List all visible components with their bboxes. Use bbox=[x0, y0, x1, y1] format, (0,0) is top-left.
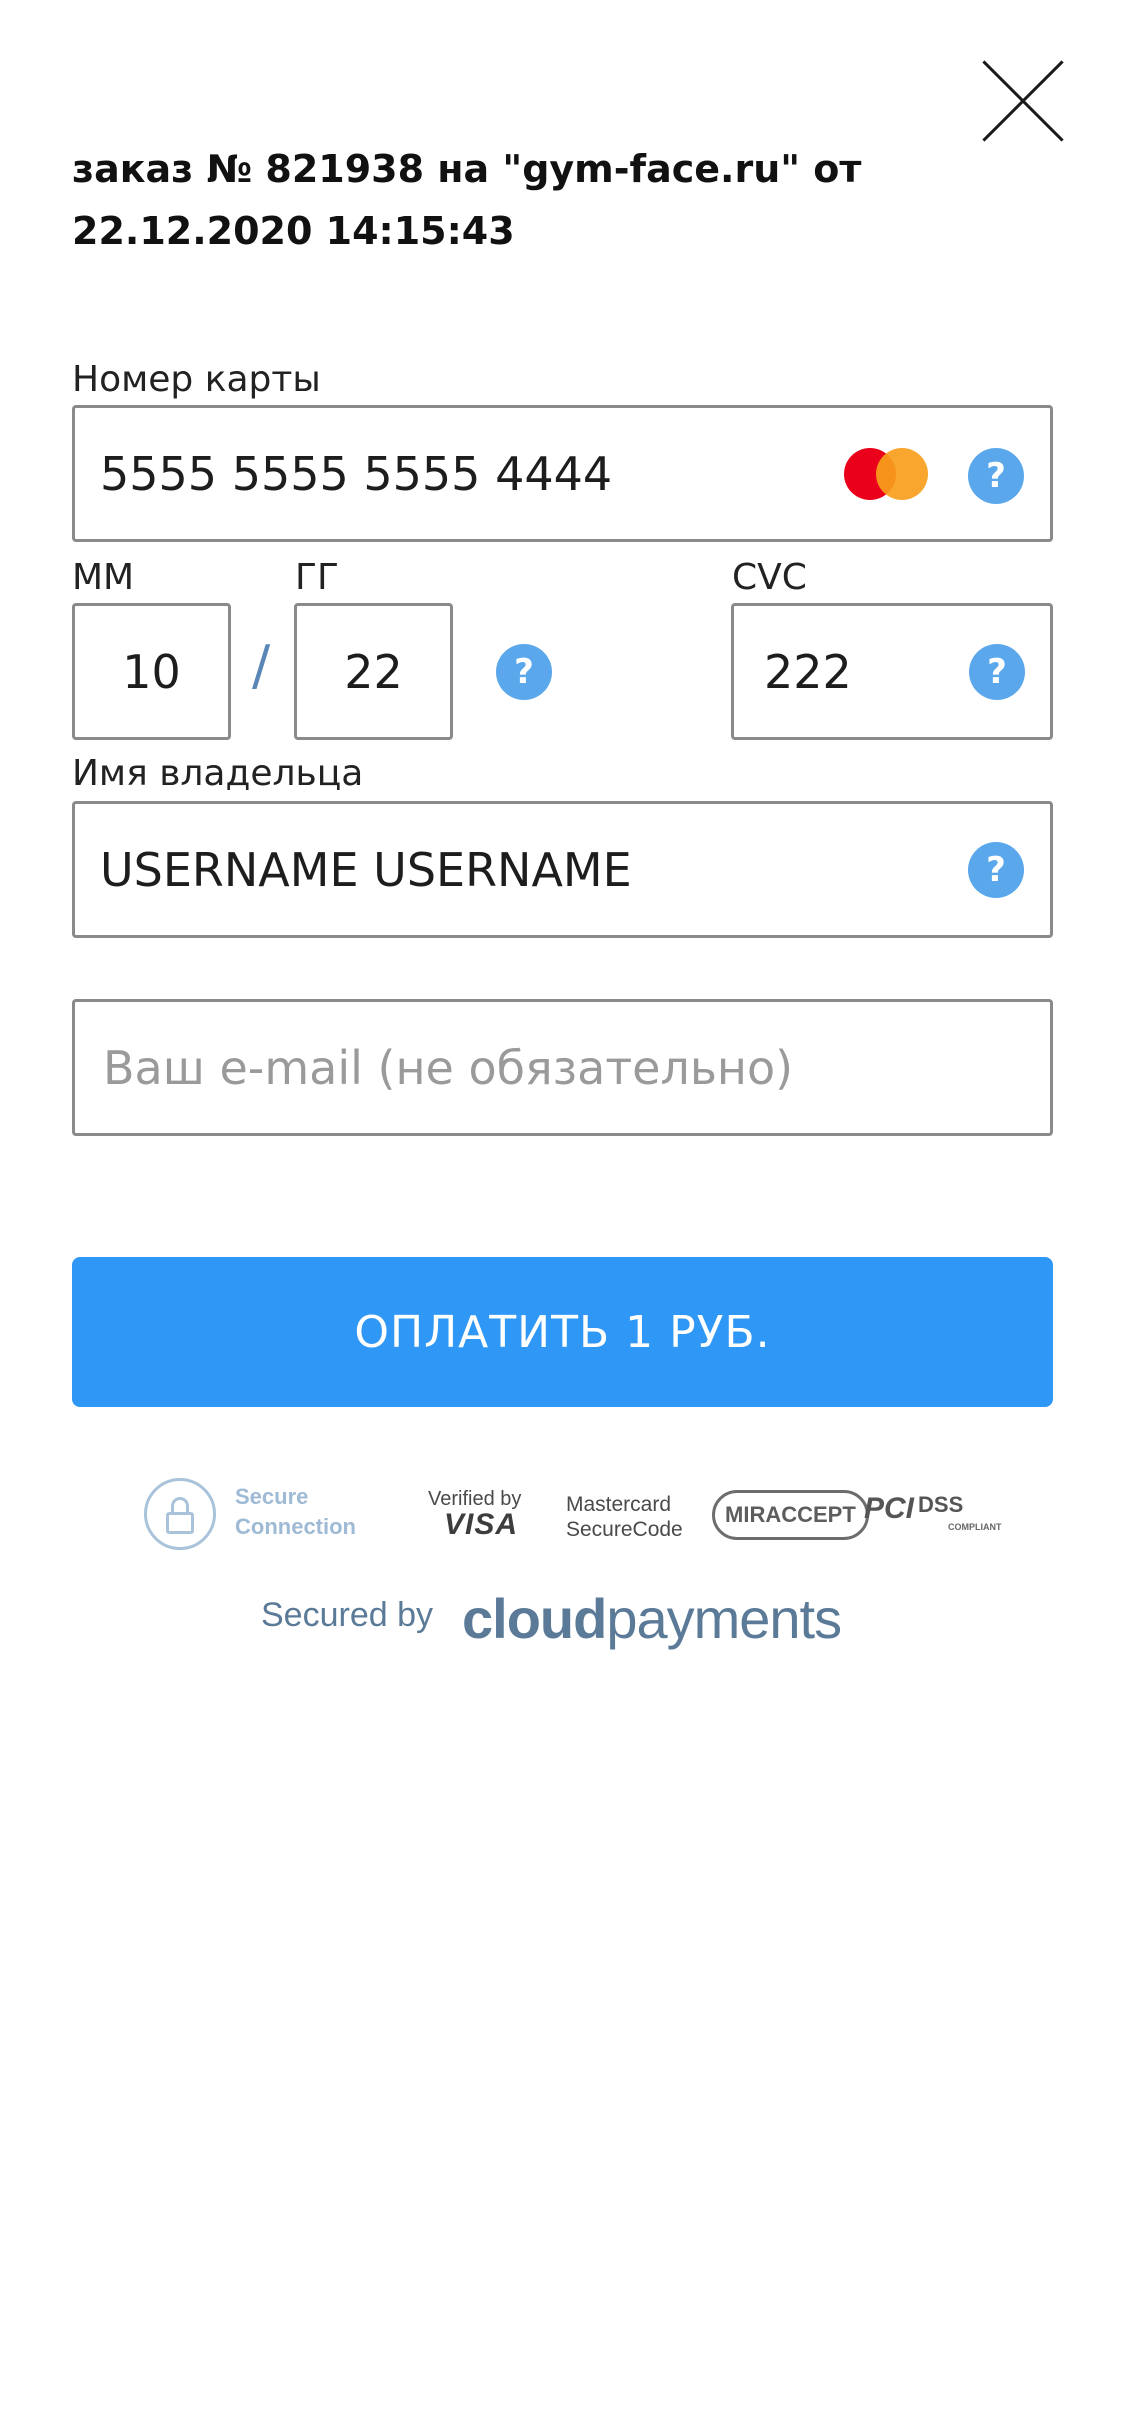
expiry-month-label: ММ bbox=[72, 557, 135, 598]
expiry-month-value: 10 bbox=[122, 644, 181, 699]
card-number-input[interactable]: 5555 5555 5555 4444 ? bbox=[72, 405, 1053, 542]
expiry-year-label: ГГ bbox=[295, 557, 339, 598]
pay-button[interactable]: ОПЛАТИТЬ 1 РУБ. bbox=[72, 1257, 1053, 1407]
card-number-help-icon[interactable]: ? bbox=[968, 448, 1024, 504]
compliant-text: COMPLIANT bbox=[948, 1522, 1002, 1532]
mastercard-line2: SecureCode bbox=[566, 1518, 683, 1541]
cvc-help-icon[interactable]: ? bbox=[969, 644, 1025, 700]
holder-help-icon[interactable]: ? bbox=[968, 842, 1024, 898]
expiry-year-value: 22 bbox=[344, 644, 403, 699]
email-input[interactable]: Ваш e-mail (не обязательно) bbox=[72, 999, 1053, 1136]
expiry-help-icon[interactable]: ? bbox=[496, 644, 552, 700]
secured-by-text: Secured by bbox=[261, 1596, 433, 1634]
lock-icon bbox=[144, 1478, 216, 1550]
secure-connection-badge: Secure Connection bbox=[235, 1482, 356, 1542]
holder-value: USERNAME USERNAME bbox=[100, 842, 632, 897]
mastercard-securecode-badge: Mastercard SecureCode bbox=[566, 1492, 683, 1542]
secure-line2: Connection bbox=[235, 1514, 356, 1539]
card-number-value: 5555 5555 5555 4444 bbox=[100, 446, 613, 501]
expiry-separator: / bbox=[252, 634, 271, 697]
cvc-label: CVC bbox=[732, 557, 807, 598]
cvc-input[interactable]: 222 ? bbox=[731, 603, 1053, 740]
expiry-month-input[interactable]: 10 bbox=[72, 603, 231, 740]
brand-part1: cloud bbox=[462, 1587, 607, 1650]
mastercard-line1: Mastercard bbox=[566, 1493, 672, 1516]
pci-dss-badge: PCI DSS COMPLIANT bbox=[864, 1492, 1002, 1532]
holder-input[interactable]: USERNAME USERNAME ? bbox=[72, 801, 1053, 938]
mir-accept-badge: MIRACCEPT bbox=[712, 1490, 869, 1540]
expiry-year-input[interactable]: 22 bbox=[294, 603, 453, 740]
mastercard-logo-icon bbox=[844, 448, 928, 500]
close-icon[interactable] bbox=[980, 58, 1066, 144]
order-title: заказ № 821938 на "gym-face.ru" от 22.12… bbox=[72, 147, 862, 253]
cvc-value: 222 bbox=[764, 644, 852, 699]
email-placeholder: Ваш e-mail (не обязательно) bbox=[103, 1040, 794, 1095]
secure-line1: Secure bbox=[235, 1484, 309, 1509]
cloudpayments-logo: cloudpayments bbox=[462, 1586, 842, 1651]
card-number-label: Номер карты bbox=[72, 359, 321, 400]
holder-label: Имя владельца bbox=[72, 753, 364, 794]
verified-by-visa-logo: VISA bbox=[444, 1508, 519, 1541]
dss-text: DSS bbox=[918, 1492, 964, 1517]
brand-part2: payments bbox=[606, 1587, 842, 1650]
pci-text: PCI bbox=[864, 1492, 915, 1525]
